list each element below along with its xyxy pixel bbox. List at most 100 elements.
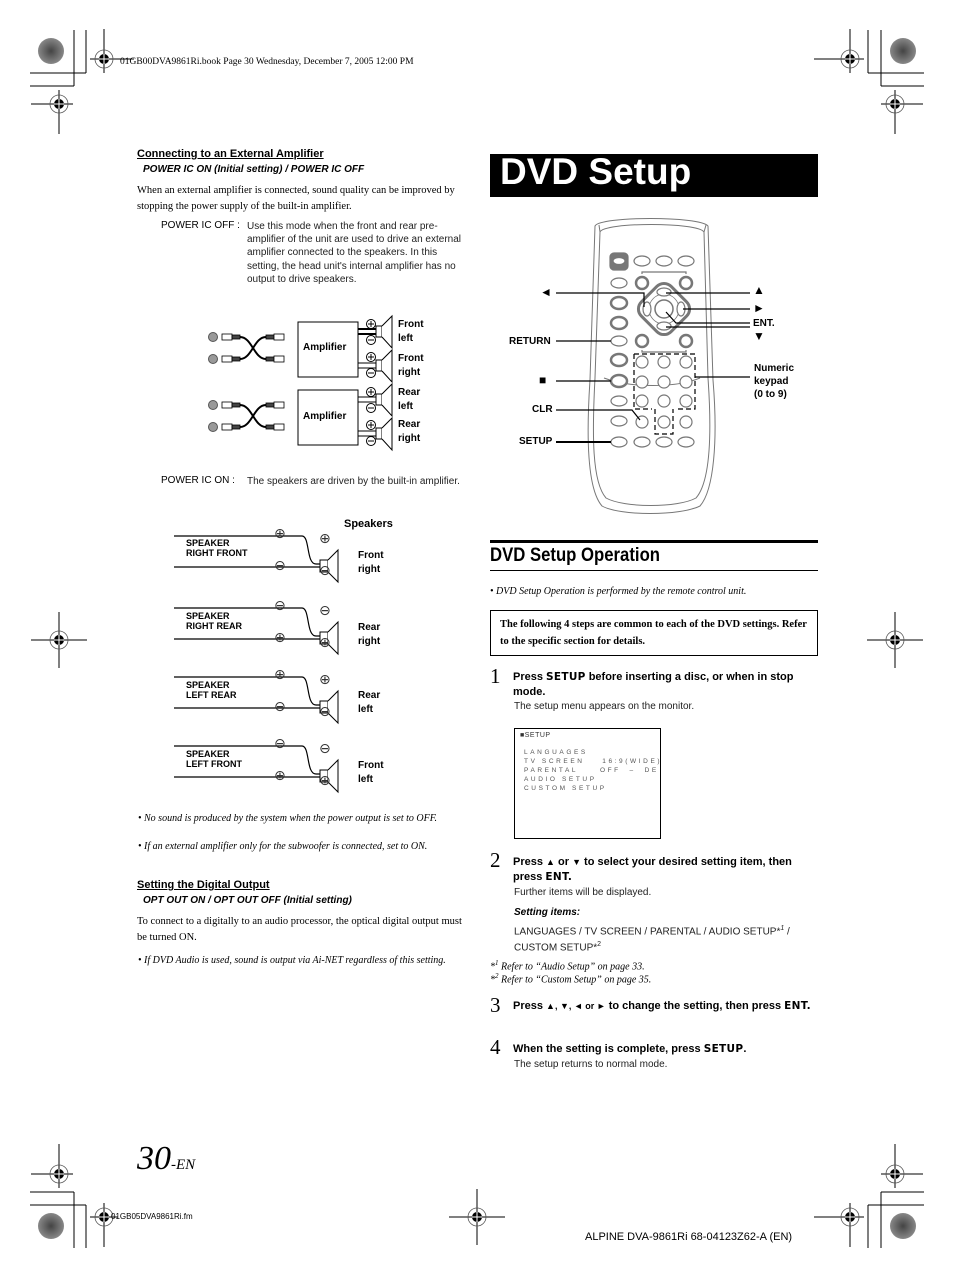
step-1-heading: Press SETUP before inserting a disc, or … [513,671,794,698]
digital-output-subheading: OPT OUT ON / OPT OUT OFF (Initial settin… [143,895,352,906]
remote-body-outline [587,218,716,514]
setup-menu-row: LANGUAGES [524,749,588,756]
step-4-number: 4 [490,1035,501,1059]
speaker-label-rear-right: Rear right [358,622,381,647]
setup-menu-screen: ■SETUP LANGUAGES TV SCREEN 16:9(WIDE) PA… [514,728,661,839]
amplifier-block-1 [208,314,393,384]
setting-items-label: Setting items: [514,907,581,918]
page-title: DVD Setup [500,151,692,192]
step-3-number: 3 [490,993,501,1017]
setup-menu-row: TV SCREEN 16:9(WIDE) [524,758,663,765]
registration-target-bottom-mid [449,1189,505,1245]
minus-polarity-icon: ⊖ [274,558,286,574]
label-clr: CLR [532,404,553,415]
plus-polarity-icon: ⊕ [274,768,286,784]
plus-polarity-icon: ⊕ [319,531,331,547]
label-numeric-keypad: Numeric keypad (0 to 9) [754,363,795,400]
source-file-label: 01GB05DVA9861Ri.fm [111,1212,193,1221]
label-stop: ■ [539,373,547,387]
amplifier-wiring-diagram [208,314,393,452]
page-title-bar: DVD Setup [490,151,818,197]
page-number: 30-EN [137,1140,196,1177]
remote-return-button [610,335,628,347]
step-1-body: The setup menu appears on the monitor. [514,701,695,712]
minus-polarity-icon: ⊖ [274,699,286,715]
digital-output-body: To connect to a digitally to an audio pr… [137,916,462,943]
section-note: • DVD Setup Operation is performed by th… [490,586,747,597]
ent-keyword: ENT. [784,1000,811,1012]
color-target-bottom-left [38,1213,64,1239]
power-ic-off-term: POWER IC OFF : [161,220,240,231]
plus-polarity-icon: ⊕ [319,672,331,688]
color-target-top-right [890,38,916,64]
registration-target-top-right-a [814,29,864,73]
setup-menu-row: AUDIO SETUP [524,776,597,783]
setup-menu-title: ■SETUP [520,732,551,739]
speaker-wire-label-right-front: SPEAKER RIGHT FRONT [186,538,248,558]
remote-ent-button [654,299,674,319]
minus-polarity-icon: ⊖ [319,603,331,619]
common-steps-box: The following 4 steps are common to each… [490,610,818,656]
speaker-label-rear-left: Rear left [358,690,381,715]
color-target-bottom-right [890,1213,916,1239]
rca-cable-icon [221,333,285,363]
power-ic-on-text: The speakers are driven by the built-in … [247,476,460,487]
speaker-wire-label-right-rear: SPEAKER RIGHT REAR [186,611,242,631]
step-4-body: The setup returns to normal mode. [514,1059,668,1070]
plus-polarity-icon: ⊕ [319,635,331,651]
amplifier-label-1: Amplifier [303,342,347,353]
footnote-1: *1 Refer to “Audio Setup” on page 33. [490,959,645,973]
label-return: RETURN [509,336,551,347]
section-rule-bottom [490,570,818,571]
output-label-rear-right: Rear right [398,419,421,444]
minus-polarity-icon: ⊖ [274,736,286,752]
registration-target-right-mid [867,612,923,668]
setup-keyword: SETUP [546,671,586,683]
label-right-arrow: ► [753,301,765,315]
remote-setup-button [610,436,628,448]
setup-keyword: SETUP [703,1043,744,1055]
speaker-wire-label-left-rear: SPEAKER LEFT REAR [186,680,237,700]
arrow-keys-icons: ▲, ▼, ◄ or ► [546,1001,606,1011]
plus-polarity-icon: ⊕ [319,773,331,789]
up-arrow-icon: ▲ [546,857,555,867]
registration-target-bottom-right-b [881,1144,923,1188]
ent-keyword: ENT. [545,871,573,883]
power-ic-off-text: Use this mode when the front and rear pr… [247,221,462,285]
speaker-label-front-left: Front left [358,760,384,785]
step-1-number: 1 [490,664,501,688]
rca-jack-icon [208,332,218,364]
step-4-heading: When the setting is complete, press SETU… [513,1043,747,1055]
remote-stop-button [609,373,629,389]
color-target-top-left [38,38,64,64]
registration-target-left-mid [31,612,87,668]
setting-items-list: LANGUAGES / TV SCREEN / PARENTAL / AUDIO… [514,925,790,954]
model-code: ALPINE DVA-9861Ri 68-04123Z62-A (EN) [585,1231,793,1243]
footnote-2: *2 Refer to “Custom Setup” on page 35. [490,972,652,986]
plus-polarity-icon: ⊕ [274,630,286,646]
registration-target-bottom-right-a [814,1203,864,1247]
section-title: DVD Setup Operation [490,545,661,566]
output-label-front-right: Front right [398,353,424,378]
note-subwoofer: • If an external amplifier only for the … [138,841,428,852]
output-label-front-left: Front left [398,319,424,344]
minus-polarity-icon: ⊖ [319,704,331,720]
label-down-arrow: ▼ [753,329,765,343]
note-dvd-audio: • If DVD Audio is used, sound is output … [138,955,446,966]
amplifier-block-2 [208,382,393,452]
step-2-number: 2 [490,848,501,872]
minus-polarity-icon: ⊖ [274,598,286,614]
down-arrow-icon: ▼ [572,857,581,867]
setup-menu-row: PARENTAL OFF – DE [524,767,659,774]
remote-numeric-keypad [635,355,693,429]
ext-amp-intro: When an external amplifier is connected,… [137,185,455,212]
power-ic-on-term: POWER IC ON : [161,475,235,486]
label-setup: SETUP [519,436,553,447]
step-3-heading: Press ▲, ▼, ◄ or ► to change the setting… [513,1000,811,1012]
label-up-arrow: ▲ [753,283,765,297]
print-header: 01GB00DVA9861Ri.book Page 30 Wednesday, … [120,57,414,67]
minus-polarity-icon: ⊖ [319,563,331,579]
plus-polarity-icon: ⊕ [274,526,286,542]
ext-amp-heading: Connecting to an External Amplifier [137,148,324,160]
speaker-wire-label-left-front: SPEAKER LEFT FRONT [186,749,242,769]
